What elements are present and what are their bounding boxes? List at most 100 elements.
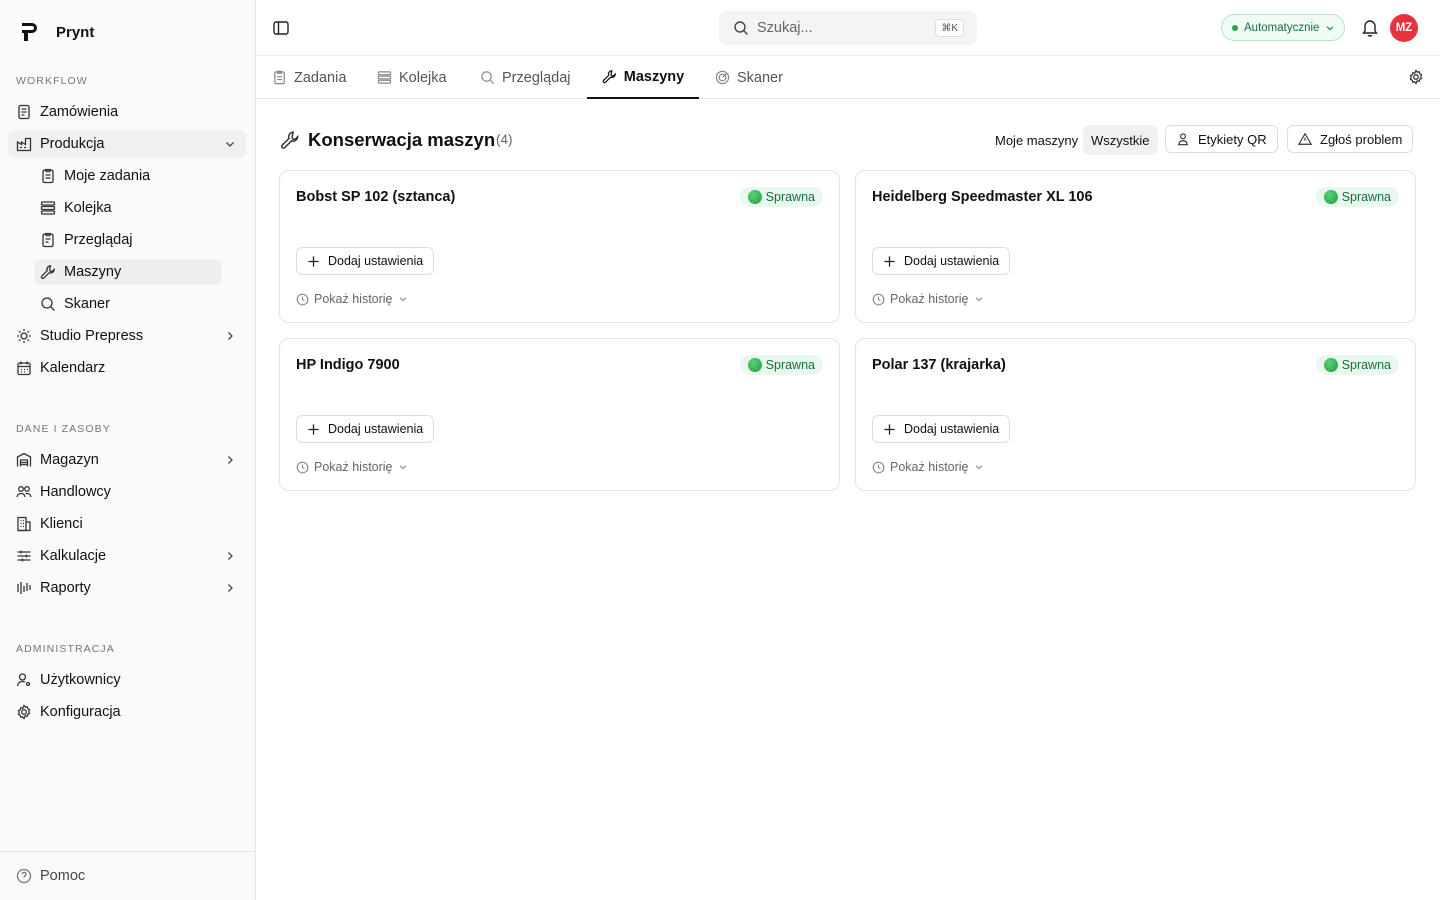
sidebar-item-label: Zamówienia [40,104,119,120]
show-history-toggle[interactable]: Pokaż historię [296,292,408,306]
sidebar-item-pomoc[interactable]: Pomoc [8,862,246,890]
sidebar-item-raporty[interactable]: Raporty [8,574,246,602]
tab-maszyny[interactable]: Maszyny [587,56,699,99]
add-settings-button[interactable]: Dodaj ustawienia [296,247,435,275]
sidebar-item-kalkulacje[interactable]: Kalkulacje [8,542,246,570]
qr-labels-button[interactable]: Etykiety QR [1165,125,1278,153]
sidebar-item-label: Handlowcy [40,484,111,500]
show-history-toggle[interactable]: Pokaż historię [872,460,984,474]
machine-card: Polar 137 (krajarka) Sprawna Dodaj ustaw… [855,338,1416,491]
sidebar-subitem-moje-zadania[interactable]: Moje zadania [34,163,222,189]
add-settings-button[interactable]: Dodaj ustawienia [872,247,1011,275]
plus-icon [307,255,320,268]
status-badge: Sprawna [1315,355,1399,375]
machine-count: (4) [496,132,513,147]
qr-labels-label: Etykiety QR [1198,131,1267,147]
tab-label: Maszyny [623,68,685,85]
search-input[interactable]: Szukaj... ⌘K [719,11,977,45]
brand-name: Prynt [56,23,95,41]
sidebar-item-produkcja[interactable]: Produkcja [8,130,246,158]
user-tag-icon [1176,132,1190,146]
stack-icon [377,70,392,85]
sidebar-subitem-label: Przeglądaj [64,232,133,248]
sidebar-subitem-maszyny[interactable]: Maszyny [34,259,222,285]
sidebar-subitem-kolejka[interactable]: Kolejka [34,195,222,221]
machine-name: Bobst SP 102 (sztanca) [296,189,456,205]
sidebar-subitem-przegladaj[interactable]: Przeglądaj [34,227,222,253]
green-status-dot-icon [747,358,762,372]
add-settings-button[interactable]: Dodaj ustawienia [872,415,1011,443]
filter-wszystkie[interactable]: Wszystkie [1083,125,1158,155]
add-settings-button[interactable]: Dodaj ustawienia [296,415,435,443]
tab-zadania[interactable]: Zadania [272,56,346,99]
help-divider [0,851,255,852]
sidebar-item-handlowcy[interactable]: Handlowcy [8,478,246,506]
sidebar-item-label: Raporty [40,580,91,596]
settings-gear-icon[interactable] [1408,69,1424,85]
shortcut-hint: ⌘K [935,19,964,37]
section-label-dane: Dane i zasoby [16,423,111,435]
chevron-down-icon [398,462,408,472]
chevron-right-icon [224,582,236,594]
sidebar-item-klienci[interactable]: Klienci [8,510,246,538]
tab-label: Kolejka [399,69,447,86]
sidebar-item-label: Studio Prepress [40,328,144,344]
tab-skaner[interactable]: Skaner [715,56,783,99]
green-status-dot-icon [1323,358,1338,372]
sidebar-item-uzytkownicy[interactable]: Użytkownicy [8,666,246,694]
plus-icon [883,423,896,436]
clock-icon [872,461,885,474]
sidebar-item-kalendarz[interactable]: Kalendarz [8,354,246,382]
machine-card: HP Indigo 7900 Sprawna Dodaj ustawienia … [279,338,840,491]
warning-triangle-icon [1298,132,1312,146]
show-history-toggle[interactable]: Pokaż historię [296,460,408,474]
notifications-bell-icon[interactable] [1361,18,1379,37]
green-status-dot-icon [1323,190,1338,204]
add-settings-label: Dodaj ustawienia [904,422,1000,436]
green-status-dot-icon [747,190,762,204]
sidebar-subitem-skaner[interactable]: Skaner [34,291,222,317]
sidebar-item-label: Kalendarz [40,360,106,376]
mode-dropdown[interactable]: Automatycznie [1221,14,1345,41]
chart-bars-icon [16,580,32,596]
clipboard-icon [272,70,287,85]
machine-name: HP Indigo 7900 [296,357,400,373]
show-history-label: Pokaż historię [314,292,393,306]
show-history-label: Pokaż historię [314,460,393,474]
brand[interactable]: Prynt [20,20,94,44]
tab-przegladaj[interactable]: Przeglądaj [480,56,571,99]
sidebar-item-konfiguracja[interactable]: Konfiguracja [8,698,246,726]
machine-card: Bobst SP 102 (sztanca) Sprawna Dodaj ust… [279,170,840,323]
machine-name: Heidelberg Speedmaster XL 106 [872,189,1093,205]
factory-icon [16,136,32,152]
search-placeholder: Szukaj... [757,20,813,36]
show-history-toggle[interactable]: Pokaż historię [872,292,984,306]
sidebar-item-label: Pomoc [40,868,86,884]
add-settings-label: Dodaj ustawienia [904,254,1000,268]
filter-moje-maszyny[interactable]: Moje maszyny [987,125,1086,155]
user-cog-icon [16,672,32,688]
prynt-logo-icon [20,22,38,42]
sidebar-item-label: Kalkulacje [40,548,107,564]
clipboard-list-icon [40,232,56,248]
tab-label: Zadania [294,69,347,86]
plus-icon [883,255,896,268]
warehouse-icon [16,452,32,468]
avatar[interactable]: MZ [1390,14,1418,42]
tab-kolejka[interactable]: Kolejka [377,56,447,99]
machine-name: Polar 137 (krajarka) [872,357,1006,373]
machine-card: Heidelberg Speedmaster XL 106 Sprawna Do… [855,170,1416,323]
chevron-right-icon [224,550,236,562]
report-problem-button[interactable]: Zgłoś problem [1287,125,1414,153]
chevron-down-icon [224,138,236,150]
sidebar-item-zamowienia[interactable]: Zamówienia [8,98,246,126]
sidebar-item-magazyn[interactable]: Magazyn [8,446,246,474]
scan-target-icon [715,70,730,85]
sidebar-toggle-button[interactable] [272,19,290,37]
tab-label: Skaner [737,69,783,86]
status-label: Sprawna [765,190,815,204]
sidebar-item-studio-prepress[interactable]: Studio Prepress [8,322,246,350]
status-badge: Sprawna [739,355,823,375]
clock-icon [296,461,309,474]
sidebar-subitem-label: Moje zadania [64,168,151,184]
